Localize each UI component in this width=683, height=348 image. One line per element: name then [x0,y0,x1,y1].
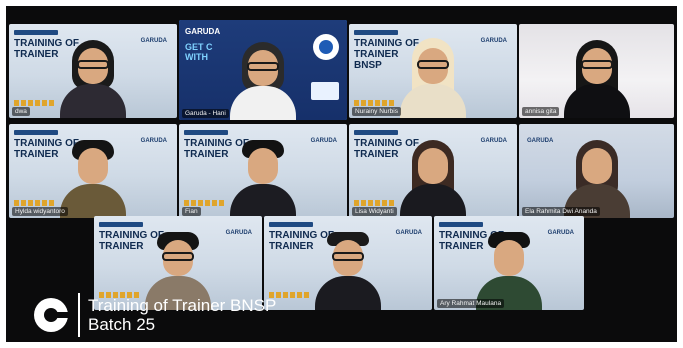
slide-brand: GARUDA [527,138,554,144]
slide-brand: GARUDA [547,230,574,236]
participant-video [313,228,383,310]
banner-title-line1: Training of Trainer BNSP [88,296,277,315]
video-tile-active-speaker[interactable]: GARUDA GET C WITH Garuda - Hani [179,20,347,120]
slide-brand: GARUDA [225,230,252,236]
participant-name: Nurainy Nurbis [352,107,401,116]
video-tile[interactable]: TRAINING OF TRAINER GARUDA Lisa Widyanti [349,124,517,218]
slide-brand: GARUDA [395,230,422,236]
video-tile[interactable]: TRAINING OF TRAINER GARUDA Hylda widyanto… [9,124,177,218]
video-tile[interactable]: TRAINING OF TRAINER GARUDA Ary Rahmat Mau… [434,216,584,310]
video-tile[interactable]: TRAINING OF TRAINER GARUDA Fian [179,124,347,218]
participant-video [398,36,468,118]
garuda-logo-icon [313,34,339,60]
participant-video [58,36,128,118]
slide-brand: GARUDA [480,38,507,44]
event-banner: Training of Trainer BNSP Batch 25 [34,290,276,340]
slide-brand: GARUDA [185,27,221,36]
banner-title-line2: Batch 25 [88,315,156,334]
participant-name: annisa gita [522,107,560,116]
garuda-logo-icon [34,298,70,332]
slide-stars [354,100,394,106]
slide-brand: GARUDA [140,138,167,144]
video-tile[interactable]: GARUDA Ela Rahmita Dwi Ananda [519,124,674,218]
video-gallery: TRAINING OF TRAINER GARUDA dwa GARUDA GET… [6,6,677,342]
participant-video [228,38,298,120]
participant-video [58,136,128,218]
participant-video [474,228,544,310]
video-tile[interactable]: TRAINING OF TRAINER BNSP GARUDA Nurainy Nu… [349,24,517,118]
participant-video [562,36,632,118]
slide-brand: GARUDA [310,138,337,144]
video-tile[interactable]: annisa gita [519,24,674,118]
participant-name: dwa [12,107,30,116]
participant-name: Fian [182,207,201,216]
participant-name: Ela Rahmita Dwi Ananda [522,207,600,216]
slide-stars [184,200,224,206]
banner-divider [78,293,80,337]
slide-card [311,82,339,100]
participant-video [398,136,468,218]
video-tile[interactable]: TRAINING OF TRAINER GARUDA dwa [9,24,177,118]
participant-name: Hylda widyantoro [12,207,68,216]
slide-brand: GARUDA [480,138,507,144]
participant-name: Lisa Widyanti [352,207,397,216]
participant-video [562,136,632,218]
participant-video [228,136,298,218]
participant-name: Garuda - Hani [182,109,229,118]
banner-title: Training of Trainer BNSP Batch 25 [88,296,276,334]
slide-stars [14,100,54,106]
video-tile[interactable]: TRAINING OF TRAINER GARUDA [264,216,432,310]
slide-heading: GET C WITH [185,42,213,62]
slide-brand: GARUDA [140,38,167,44]
slide-stars [14,200,54,206]
participant-name: Ary Rahmat Maulana [437,299,505,308]
slide-stars [354,200,394,206]
